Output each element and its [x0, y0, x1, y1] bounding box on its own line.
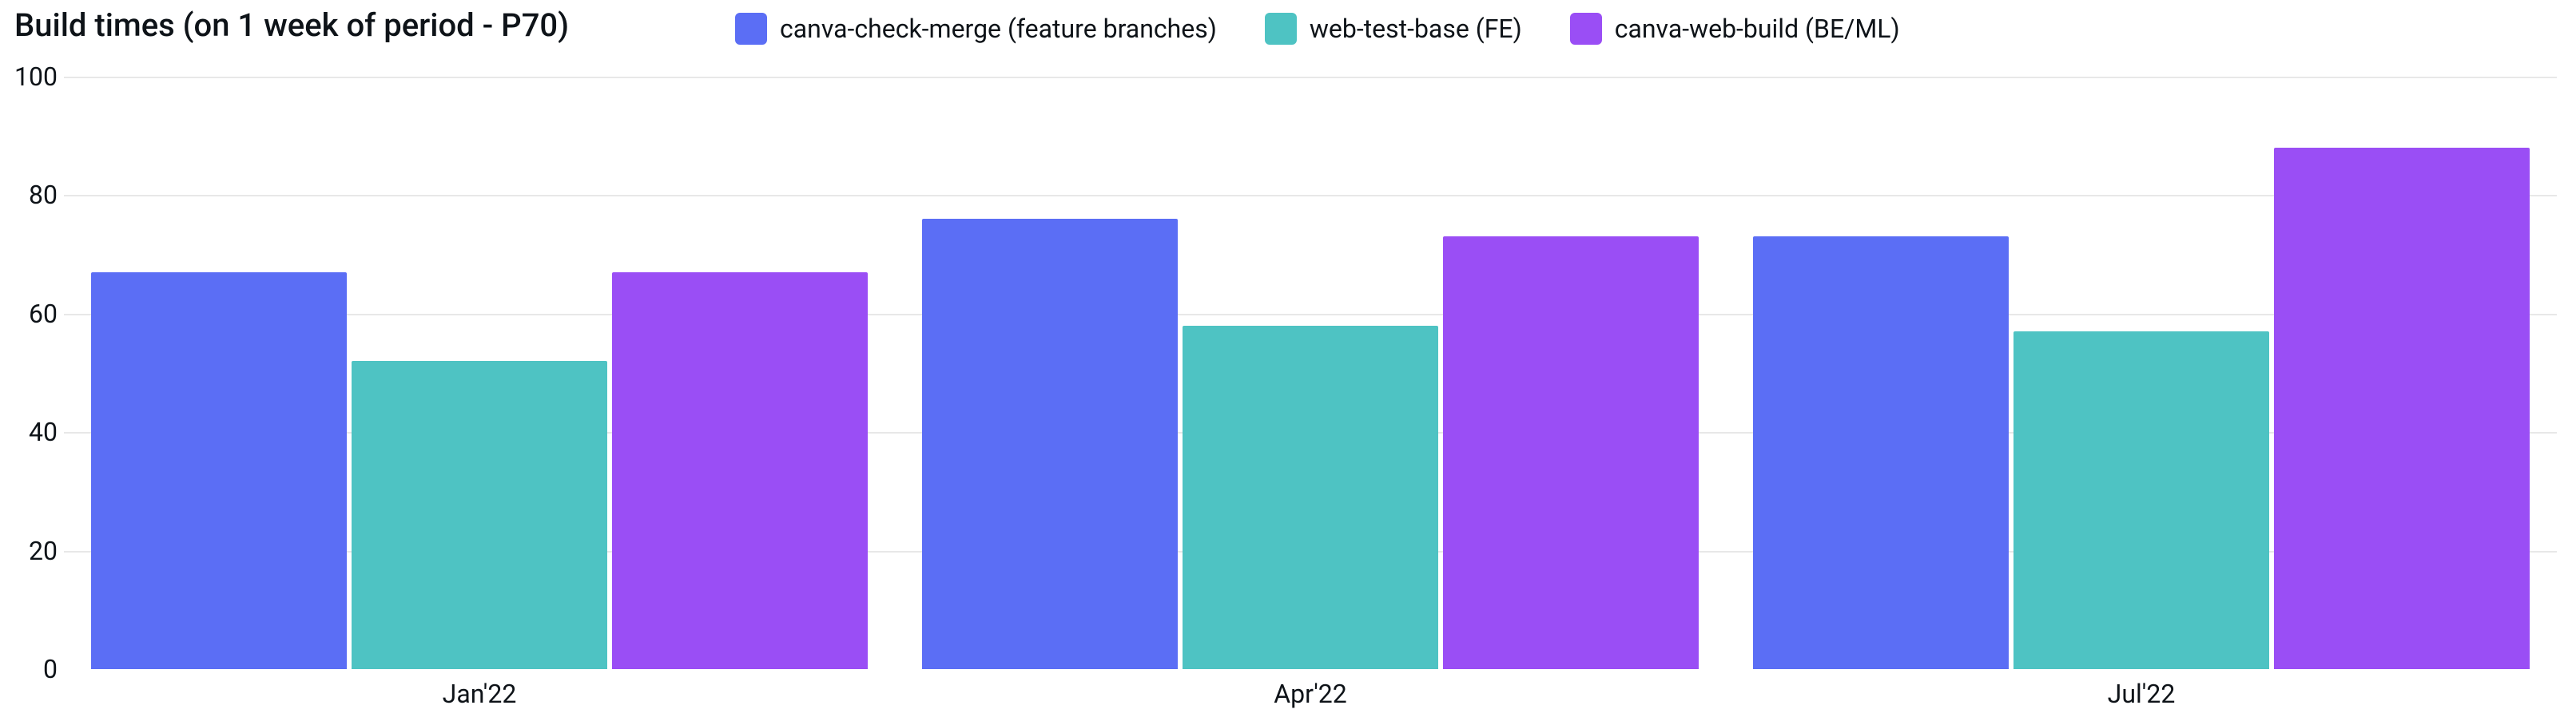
- y-label-40: 40: [10, 417, 58, 447]
- bars-layer: Jan'22 Apr'22 Jul'22: [64, 77, 2557, 669]
- build-times-chart: Build times (on 1 week of period - P70) …: [0, 0, 2576, 725]
- bar-jul22-series1: [2013, 331, 2269, 669]
- y-label-60: 60: [10, 299, 58, 329]
- bar-jul22-series2: [2274, 148, 2530, 669]
- chart-header: Build times (on 1 week of period - P70) …: [0, 0, 2576, 48]
- bar-apr22-series2: [1443, 236, 1699, 669]
- group-apr22: Apr'22: [895, 77, 1726, 669]
- plot-area: 100 80 60 40 20 0 Jan'22 Apr'22: [64, 77, 2557, 669]
- bar-apr22-series1: [1183, 326, 1438, 669]
- x-label-jan22: Jan'22: [443, 679, 517, 709]
- legend-item-2: canva-web-build (BE/ML): [1570, 13, 1900, 45]
- legend-swatch-2: [1570, 13, 1602, 45]
- bar-jan22-series2: [612, 272, 868, 669]
- y-label-100: 100: [10, 61, 58, 92]
- bar-jul22-series0: [1753, 236, 2009, 669]
- y-label-0: 0: [10, 654, 58, 684]
- bar-jan22-series0: [91, 272, 347, 669]
- legend-item-0: canva-check-merge (feature branches): [735, 13, 1217, 45]
- group-jul22: Jul'22: [1726, 77, 2557, 669]
- group-jan22: Jan'22: [64, 77, 895, 669]
- x-label-jul22: Jul'22: [2108, 679, 2176, 709]
- legend-swatch-0: [735, 13, 767, 45]
- y-label-20: 20: [10, 536, 58, 566]
- chart-legend: canva-check-merge (feature branches) web…: [735, 13, 1900, 45]
- bar-jan22-series1: [352, 361, 607, 669]
- bar-apr22-series0: [922, 219, 1178, 669]
- y-label-80: 80: [10, 180, 58, 210]
- x-label-apr22: Apr'22: [1274, 679, 1347, 709]
- chart-title: Build times (on 1 week of period - P70): [0, 0, 569, 44]
- legend-item-1: web-test-base (FE): [1265, 13, 1522, 45]
- legend-swatch-1: [1265, 13, 1297, 45]
- legend-label-1: web-test-base (FE): [1310, 14, 1522, 44]
- legend-label-2: canva-web-build (BE/ML): [1615, 14, 1900, 44]
- legend-label-0: canva-check-merge (feature branches): [780, 14, 1217, 44]
